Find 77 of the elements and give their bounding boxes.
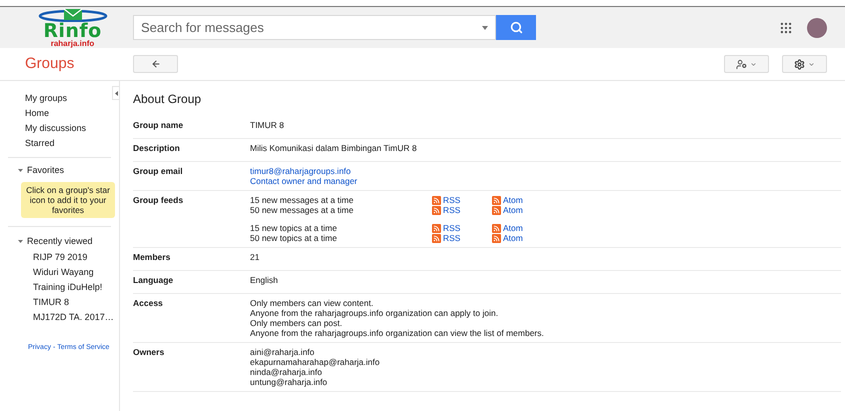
avatar[interactable] — [807, 18, 827, 38]
recent-group-link[interactable]: Training iDuHelp! — [33, 282, 102, 293]
back-arrow-icon — [150, 59, 160, 69]
caret-icon — [808, 60, 815, 68]
field-value: TIMUR 8 — [250, 120, 285, 130]
field-link[interactable]: timur8@raharjagroups.info — [250, 166, 351, 176]
field-label: Description — [133, 143, 181, 155]
collapse-tab[interactable] — [112, 86, 120, 100]
field-value: ninda@raharja.info — [250, 367, 323, 377]
field-value: untung@raharja.info — [250, 377, 328, 387]
settings-button[interactable] — [782, 55, 827, 73]
member-settings-button[interactable] — [724, 55, 769, 73]
field-label: Members — [133, 252, 172, 264]
caret-icon — [750, 60, 757, 68]
rss-icon — [492, 224, 501, 232]
feed-link[interactable]: Atom — [492, 205, 523, 215]
search-field[interactable]: Search for messages — [141, 18, 482, 38]
rss-icon — [432, 196, 441, 204]
sidebar-nav-link[interactable]: Home — [25, 108, 50, 119]
page-title: About Group — [133, 91, 202, 108]
logo[interactable]: Rinfo raharja.info — [25, 8, 120, 48]
field-label: Owners — [133, 347, 166, 359]
field-value: 21 — [250, 252, 260, 262]
recently-viewed-heading[interactable]: Recently viewed — [27, 234, 93, 248]
feed-link[interactable]: RSS — [432, 233, 492, 243]
logo-subtitle: raharja.info — [50, 40, 94, 48]
person-gear-icon — [736, 58, 747, 70]
dropdown-caret-icon[interactable] — [482, 26, 488, 30]
favorites-hint: Click on a group's star icon to add it to your favorites — [21, 182, 115, 218]
collapse-caret-icon — [114, 90, 118, 96]
disclosure-triangle-icon[interactable] — [18, 238, 23, 244]
field-value: aini@raharja.info — [250, 347, 316, 357]
feed-link[interactable]: RSS — [432, 223, 492, 233]
sidebar-nav-link[interactable]: My groups — [25, 93, 68, 104]
feed-link[interactable]: RSS — [432, 205, 492, 215]
favorites-heading[interactable]: Favorites — [27, 164, 64, 178]
field-value: Only members can post. — [250, 318, 344, 328]
field-label: Group email — [133, 166, 184, 178]
sidebar-nav-link[interactable]: Starred — [25, 138, 55, 149]
recent-group-link[interactable]: Widuri Wayang — [33, 267, 94, 278]
feed-link[interactable]: RSS — [432, 195, 492, 205]
field-value: Milis Komunikasi dalam Bimbingan TimUR 8 — [250, 143, 418, 153]
feed-link[interactable]: Atom — [492, 223, 523, 233]
field-link[interactable]: Contact owner and manager — [250, 176, 358, 186]
search-icon — [510, 21, 522, 34]
feed-label: 50 new messages at a time — [250, 205, 354, 215]
feed-link[interactable]: Atom — [492, 195, 523, 205]
rss-icon — [492, 196, 501, 204]
rss-icon — [492, 206, 501, 214]
sidebar-nav-link[interactable]: My discussions — [25, 123, 86, 134]
rss-icon — [432, 206, 441, 214]
field-value: Anyone from the raharjagroups.info organization can view the list of members. — [250, 328, 545, 338]
settings-icon — [794, 58, 805, 70]
apps-grid-icon[interactable] — [779, 20, 793, 34]
search-box[interactable]: Search for messages — [133, 15, 496, 40]
feed-label: 50 new topics at a time — [250, 233, 338, 243]
search-button[interactable] — [496, 15, 536, 40]
field-value: Anyone from the raharjagroups.info organization can apply to join. — [250, 308, 500, 318]
rss-icon — [432, 224, 441, 232]
field-value: Only members can view content. — [250, 298, 374, 308]
feed-link[interactable]: Atom — [492, 233, 523, 243]
field-label: Group name — [133, 120, 184, 132]
feed-label: 15 new messages at a time — [250, 195, 354, 205]
field-label: Language — [133, 275, 174, 287]
field-label: Group feeds — [133, 195, 184, 207]
logo-name: Rinfo — [43, 22, 102, 40]
field-value: English — [250, 275, 279, 285]
field-label: Access — [133, 298, 164, 310]
rss-icon — [492, 234, 501, 242]
rss-icon — [432, 234, 441, 242]
recent-group-link[interactable]: RIJP 79 2019 — [33, 252, 88, 263]
field-value: ekapurnamaharahap@raharja.info — [250, 357, 381, 367]
recent-group-link[interactable]: TIMUR 8 — [33, 297, 69, 308]
app-title: Groups — [24, 54, 76, 74]
recent-group-link[interactable]: MJ172D TA. 2017… — [33, 312, 114, 323]
feed-label: 15 new topics at a time — [250, 223, 338, 233]
disclosure-triangle-icon[interactable] — [18, 168, 23, 174]
